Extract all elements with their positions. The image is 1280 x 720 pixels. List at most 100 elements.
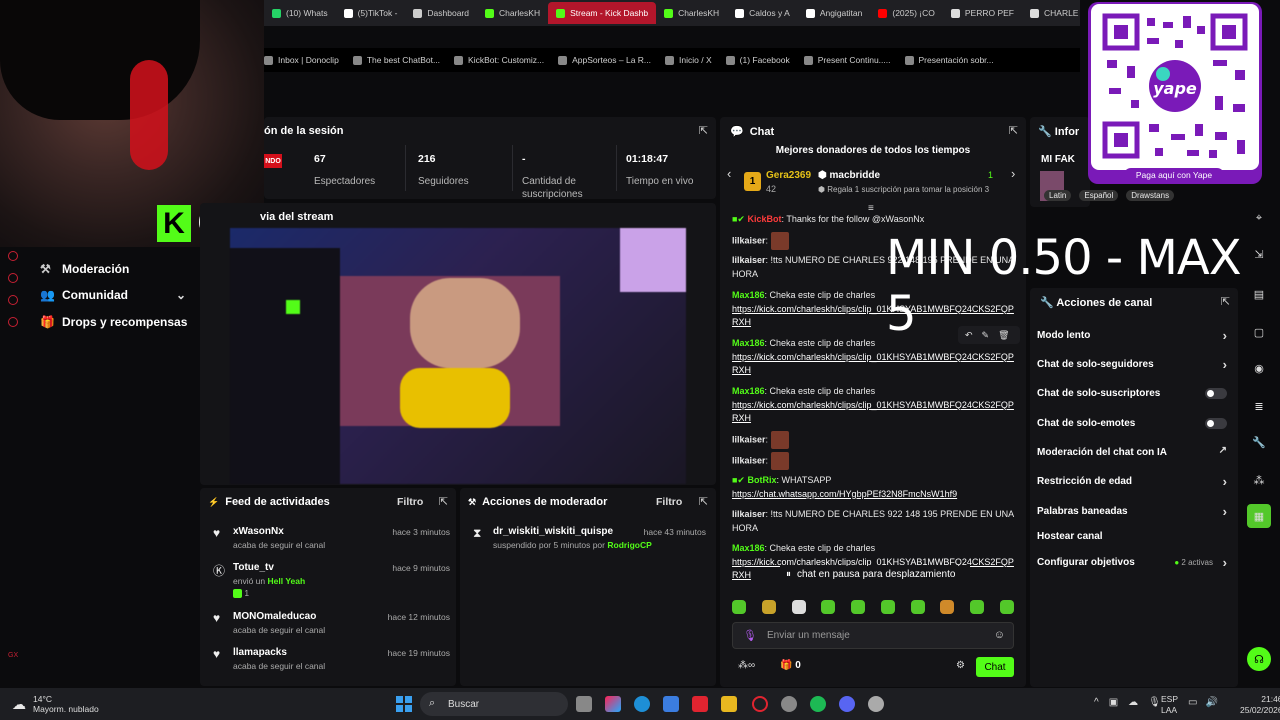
- browser-tab[interactable]: (2025) ¡CO: [870, 2, 943, 24]
- wrench-icon[interactable]: 🔧: [1247, 430, 1271, 454]
- app-red-icon[interactable]: [692, 696, 708, 712]
- bookmark-item[interactable]: Inicio / X: [665, 55, 712, 65]
- infinity-icon[interactable]: ⁂∞: [738, 660, 755, 671]
- browser-tab[interactable]: Caldos y A: [727, 2, 798, 24]
- channel-action-followers-only[interactable]: Chat de solo-seguidores ›: [1037, 357, 1227, 372]
- stream-preview-video[interactable]: [230, 228, 686, 484]
- donor-name[interactable]: Gera2369: [766, 170, 811, 181]
- points-display[interactable]: 🎁 0: [780, 660, 801, 671]
- network-icon[interactable]: ☁: [1128, 697, 1138, 708]
- browser-tab[interactable]: CharlesKH: [477, 2, 548, 24]
- subs-only-toggle[interactable]: [1205, 388, 1227, 399]
- chat-link[interactable]: https://kick.com/charleskh/clips/clip_01…: [732, 352, 1014, 376]
- tag[interactable]: Español: [1079, 190, 1119, 201]
- app-icon[interactable]: [781, 696, 797, 712]
- channel-action-banned-words[interactable]: Palabras baneadas ›: [1037, 504, 1227, 519]
- settings-icon[interactable]: [868, 696, 884, 712]
- chevron-down-icon[interactable]: ⌄: [176, 288, 186, 302]
- feed-user[interactable]: xWasonNx: [233, 526, 284, 537]
- popout-icon[interactable]: ⇱: [439, 495, 448, 508]
- copilot-icon[interactable]: [605, 696, 621, 712]
- chat-username[interactable]: Max186: [732, 386, 765, 396]
- feed-user[interactable]: Totue_tv: [233, 562, 274, 573]
- windows-start-icon[interactable]: [396, 696, 412, 712]
- list-icon[interactable]: ≣: [1247, 394, 1271, 418]
- emote-icon[interactable]: [851, 600, 866, 614]
- clock-icon[interactable]: [8, 273, 18, 283]
- folder-icon[interactable]: [721, 696, 737, 712]
- tag[interactable]: Latin: [1044, 190, 1072, 201]
- channel-action-goals[interactable]: Configurar objetivos ● 2 activas ›: [1037, 555, 1227, 570]
- language-indicator[interactable]: ESP LAA: [1161, 694, 1178, 716]
- chat-username[interactable]: Max186: [732, 338, 765, 348]
- chat-username[interactable]: lilkaiser: [732, 434, 766, 444]
- media-icon[interactable]: ▦: [1247, 504, 1271, 528]
- store-icon[interactable]: [663, 696, 679, 712]
- bookmark-item[interactable]: Inbox | Donoclip: [264, 55, 339, 65]
- emote-icon[interactable]: [910, 600, 925, 614]
- chevron-up-icon[interactable]: ^: [1094, 697, 1099, 708]
- browser-tab[interactable]: Stream - Kick Dashb: [548, 2, 657, 24]
- chat-username[interactable]: lilkaiser: [732, 509, 766, 519]
- chat-username[interactable]: Max186: [732, 290, 765, 300]
- tag[interactable]: Drawstans: [1126, 190, 1175, 201]
- emotes-only-toggle[interactable]: [1205, 418, 1227, 429]
- chat-username[interactable]: KickBot: [748, 214, 782, 224]
- bookmark-item[interactable]: KickBot: Customiz...: [454, 55, 544, 65]
- browser-tab[interactable]: Dashboard: [405, 2, 477, 24]
- chat-paused-banner[interactable]: ⏸ chat en pausa para desplazamiento: [780, 566, 970, 582]
- broadcast-icon[interactable]: ◉: [1247, 356, 1271, 380]
- feed-user[interactable]: MONOmaleducao: [233, 611, 316, 622]
- emote-icon[interactable]: [970, 600, 985, 614]
- taskbar-search[interactable]: ⌕ Buscar: [420, 692, 568, 716]
- emote-icon[interactable]: [732, 600, 746, 614]
- browser-tab[interactable]: CharlesKH: [656, 2, 727, 24]
- tray-app-icon[interactable]: ▣: [1109, 697, 1118, 708]
- discord-icon[interactable]: [839, 696, 855, 712]
- task-view-icon[interactable]: [576, 696, 592, 712]
- chat-link[interactable]: https://kick.com/charleskh/clips/clip_01…: [732, 400, 1014, 424]
- chat-username[interactable]: BotRix: [748, 475, 777, 485]
- bookmark-item[interactable]: Presentación sobr...: [904, 55, 994, 65]
- settings-icon[interactable]: [8, 317, 18, 327]
- emote-icon[interactable]: [999, 600, 1014, 614]
- filter-button[interactable]: Filtro: [656, 496, 682, 508]
- channel-action-ai-moderation[interactable]: Moderación del chat con IA ↗: [1037, 445, 1227, 458]
- chat-username[interactable]: lilkaiser: [732, 255, 766, 265]
- emote-icon[interactable]: [821, 600, 836, 614]
- popout-icon[interactable]: ⇱: [699, 124, 708, 137]
- mod-by[interactable]: RodrigoCP: [607, 540, 651, 550]
- browser-tab[interactable]: (5)TikTok -: [336, 2, 406, 24]
- weather-widget[interactable]: 14°C Mayorm. nublado: [33, 694, 99, 714]
- mic-icon[interactable]: 🎙: [743, 629, 757, 642]
- share-icon[interactable]: [8, 295, 18, 305]
- chevron-right-icon[interactable]: ›: [1011, 166, 1015, 181]
- sidebar-item-moderacion[interactable]: ⚒ Moderación: [40, 262, 129, 276]
- bookmark-item[interactable]: Present Continu.....: [803, 55, 891, 65]
- target-icon[interactable]: ⌖: [1247, 206, 1271, 230]
- support-icon[interactable]: ☊: [1247, 647, 1271, 671]
- mod-target-user[interactable]: dr_wiskiti_wiskiti_quispe: [493, 526, 613, 537]
- filter-button[interactable]: Filtro: [397, 496, 423, 508]
- chat-username[interactable]: lilkaiser: [732, 455, 766, 465]
- chat-username[interactable]: Max186: [732, 543, 765, 553]
- channel-action-host[interactable]: Hostear canal: [1037, 531, 1227, 542]
- bookmark-item[interactable]: The best ChatBot...: [352, 55, 440, 65]
- popout-icon[interactable]: ⇱: [699, 495, 708, 508]
- chevron-left-icon[interactable]: ‹: [727, 166, 731, 181]
- sidebar-item-drops[interactable]: 🎁 Drops y recompensas: [40, 315, 187, 329]
- share-icon[interactable]: ⁂: [1247, 468, 1271, 492]
- donor2[interactable]: ⬢ macbridde: [818, 170, 880, 181]
- spotify-icon[interactable]: [810, 696, 826, 712]
- volume-icon[interactable]: 🔊: [1205, 697, 1217, 708]
- emote-icon[interactable]: [880, 600, 895, 614]
- red-circle-icon[interactable]: [8, 251, 18, 261]
- chat-link[interactable]: https://chat.whatsapp.com/HYgbpPEf32N8Fm…: [732, 489, 957, 499]
- channel-action-age-restriction[interactable]: Restricción de edad ›: [1037, 474, 1227, 489]
- feed-user[interactable]: llamapacks: [233, 647, 287, 658]
- browser-tab[interactable]: Angigatitan: [798, 2, 871, 24]
- chat-input[interactable]: 🎙 Enviar un mensaje ☺: [732, 622, 1014, 649]
- emote-icon[interactable]: [791, 600, 806, 614]
- gear-icon[interactable]: ⚙: [956, 660, 965, 671]
- emote-icon[interactable]: [940, 600, 955, 614]
